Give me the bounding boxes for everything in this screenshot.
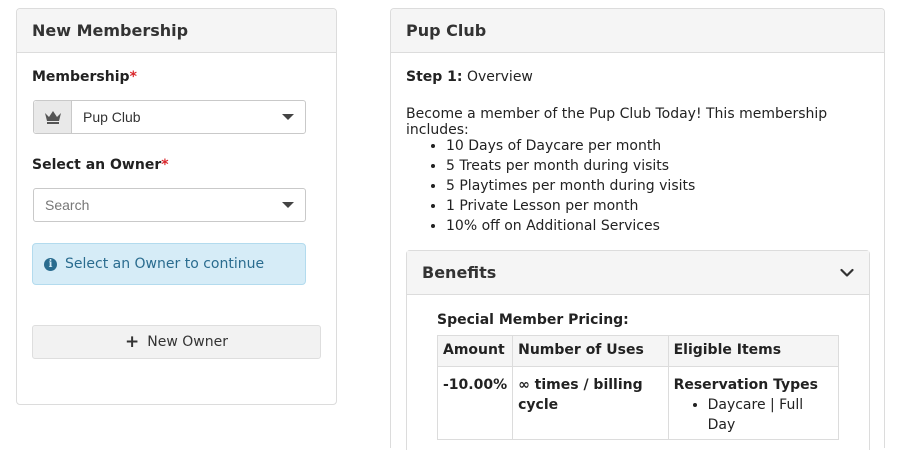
crown-icon xyxy=(44,111,61,124)
list-item: 10 Days of Daycare per month xyxy=(446,136,695,156)
owner-search-select[interactable]: Search xyxy=(33,188,306,222)
info-icon: i xyxy=(44,257,57,271)
list-item: 5 Treats per month during visits xyxy=(446,156,695,176)
step-indicator: Step 1: Overview xyxy=(406,69,533,85)
special-pricing-label: Special Member Pricing: xyxy=(437,312,629,328)
chevron-down-icon[interactable] xyxy=(840,268,854,278)
owner-required-alert: i Select an Owner to continue xyxy=(32,243,306,285)
column-header-uses: Number of Uses xyxy=(512,335,669,367)
required-mark: * xyxy=(161,157,169,173)
eligible-list: Daycare | Full Day xyxy=(674,395,833,435)
list-item: 5 Playtimes per month during visits xyxy=(446,176,695,196)
membership-addon xyxy=(34,101,72,133)
pricing-table: Amount Number of Uses Eligible Items -10… xyxy=(436,335,840,440)
uses-cell: ∞ times / billing cycle xyxy=(512,366,669,440)
benefits-title: Benefits xyxy=(422,263,497,282)
pup-club-panel: Pup Club Step 1: Overview Become a membe… xyxy=(390,8,885,450)
pup-club-title: Pup Club xyxy=(391,9,884,53)
benefits-accordion: Benefits Special Member Pricing: Amount … xyxy=(406,250,870,450)
eligible-heading: Reservation Types xyxy=(673,377,818,393)
eligible-cell: Reservation Types Daycare | Full Day xyxy=(667,366,840,440)
membership-label: Membership* xyxy=(32,69,137,85)
membership-intro: Become a member of the Pup Club Today! T… xyxy=(406,106,828,138)
new-owner-button-label: New Owner xyxy=(147,334,228,350)
new-membership-title: New Membership xyxy=(17,9,336,53)
alert-text: Select an Owner to continue xyxy=(65,256,265,272)
list-item: 10% off on Additional Services xyxy=(446,216,695,236)
chevron-down-icon xyxy=(282,114,294,120)
list-item: 1 Private Lesson per month xyxy=(446,196,695,216)
amount-cell: -10.00% xyxy=(436,366,514,440)
required-mark: * xyxy=(129,69,137,85)
new-membership-panel: New Membership Membership* Pup Club Sele… xyxy=(16,8,337,405)
new-owner-button[interactable]: + New Owner xyxy=(32,325,321,359)
table-header-row: Amount Number of Uses Eligible Items xyxy=(436,335,840,367)
membership-select[interactable]: Pup Club xyxy=(33,100,306,134)
owner-label: Select an Owner* xyxy=(32,157,169,173)
column-header-amount: Amount xyxy=(436,335,514,367)
membership-select-value: Pup Club xyxy=(83,109,141,125)
table-row: -10.00% ∞ times / billing cycle Reservat… xyxy=(436,366,840,440)
chevron-down-icon xyxy=(282,202,294,208)
list-item: Daycare | Full Day xyxy=(708,395,833,435)
benefits-header[interactable]: Benefits xyxy=(407,251,869,295)
plus-icon: + xyxy=(125,332,140,352)
owner-search-placeholder: Search xyxy=(45,197,90,213)
column-header-eligible: Eligible Items xyxy=(667,335,840,367)
includes-list: 10 Days of Daycare per month 5 Treats pe… xyxy=(406,136,695,236)
